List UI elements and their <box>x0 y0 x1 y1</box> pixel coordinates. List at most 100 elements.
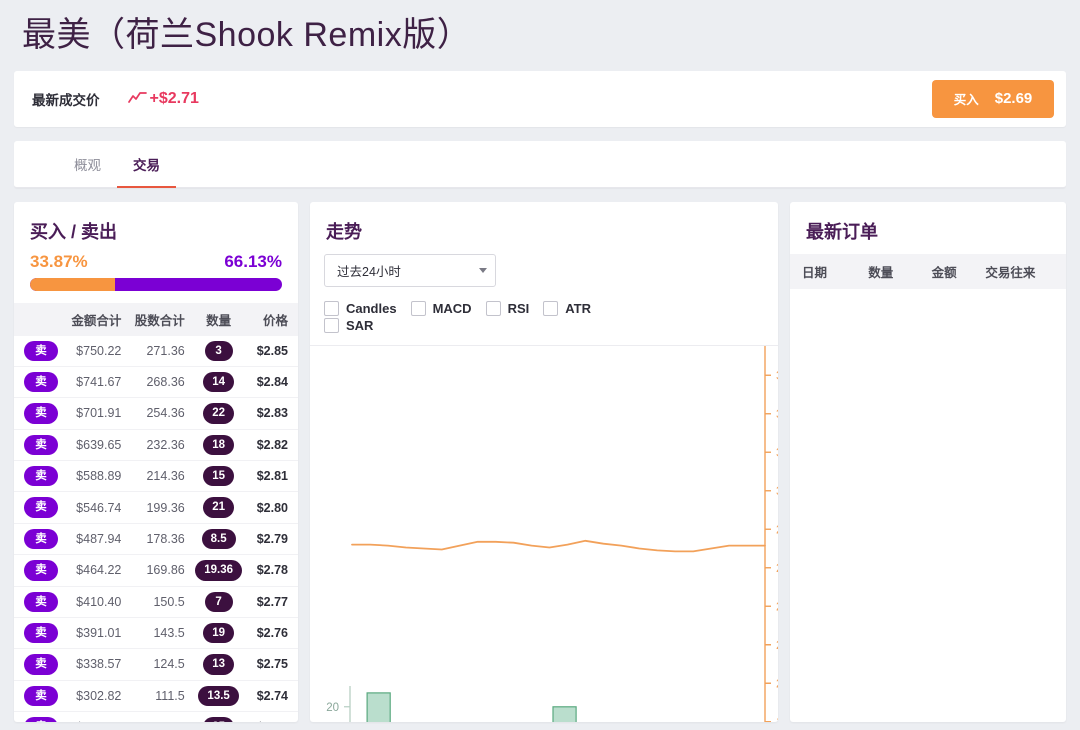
table-row[interactable]: 卖 $701.91 254.36 22 $2.83 <box>14 397 298 430</box>
qty-badge: 7 <box>204 591 233 612</box>
side-badge: 卖 <box>24 340 58 361</box>
total-amount-cell: $701.91 <box>62 397 126 430</box>
qty-cell: 7 <box>188 586 249 618</box>
time-range-select[interactable]: 过去24小时 <box>324 253 496 287</box>
order-side-cell: 卖 <box>14 680 62 713</box>
col-qty: 数量 <box>188 302 249 336</box>
order-side-cell: 卖 <box>14 335 62 367</box>
table-row[interactable]: 卖 $464.22 169.86 19.36 $2.78 <box>14 554 298 587</box>
side-badge: 卖 <box>24 560 58 581</box>
qty-cell: 13.5 <box>188 680 249 713</box>
table-row[interactable]: 卖 $750.22 271.36 3 $2.85 <box>14 335 298 367</box>
total-shares-cell: 124.5 <box>125 648 189 681</box>
y-axis-tick-label: 3.4 <box>776 406 778 420</box>
y-axis-tick-label: 2.0 <box>776 676 778 690</box>
table-row[interactable]: 卖 $391.01 143.5 19 $2.76 <box>14 617 298 650</box>
price-cell: $2.82 <box>248 429 298 462</box>
order-side-cell: 卖 <box>14 460 62 493</box>
table-row[interactable]: 卖 $546.74 199.36 21 $2.80 <box>14 491 298 524</box>
total-amount-cell: $410.40 <box>62 586 126 618</box>
y-axis-tick-label: 2.2 <box>776 637 778 651</box>
col-order-amount: 金额 <box>908 253 963 289</box>
checkbox-icon[interactable] <box>410 300 426 316</box>
total-shares-cell: 143.5 <box>125 617 189 650</box>
total-amount-cell: $302.82 <box>62 680 126 713</box>
tab-overview[interactable]: 概观 <box>58 141 117 187</box>
qty-badge: 13 <box>203 654 235 675</box>
col-total-shares: 股数合计 <box>125 302 189 336</box>
table-row[interactable]: 卖 $588.89 214.36 15 $2.81 <box>14 460 298 493</box>
col-order-qty: 数量 <box>853 253 909 289</box>
order-side-cell: 卖 <box>14 429 62 462</box>
y-axis-tick-label: 2.6 <box>776 560 778 574</box>
tab-trade[interactable]: 交易 <box>117 141 176 188</box>
table-row[interactable]: 卖 $338.57 124.5 13 $2.75 <box>14 648 298 681</box>
price-summary-card: 最新成交价 +$2.71 买入 $2.69 <box>14 70 1066 127</box>
buy-ratio-fill <box>30 277 116 291</box>
order-side-cell: 卖 <box>14 554 62 587</box>
chart-svg: 3.63.43.23.02.82.62.42.22.01.8020 <box>326 345 778 722</box>
orderbook-panel: 买入 / 卖出 33.87% 66.13% 金额合计 股数合计 数量 价格 卖 … <box>14 201 298 722</box>
total-shares-cell: 111.5 <box>125 680 189 713</box>
price-chart[interactable]: 3.63.43.23.02.82.62.42.22.01.8020 <box>310 345 778 722</box>
col-total-amount: 金额合计 <box>62 302 126 336</box>
total-amount-cell: $487.94 <box>62 523 126 556</box>
total-amount-cell: $464.22 <box>62 554 126 587</box>
y-axis-tick-label: 3.2 <box>776 445 778 459</box>
tab-overview-label: 概观 <box>74 157 101 173</box>
qty-cell: 14 <box>188 366 249 399</box>
col-order-side: 交易往来 <box>962 253 1066 289</box>
price-cell: $2.84 <box>248 366 298 399</box>
table-row[interactable]: 卖 $410.40 150.5 7 $2.77 <box>14 586 298 618</box>
col-price: 价格 <box>248 302 298 336</box>
checkbox-icon[interactable] <box>324 300 339 316</box>
qty-cell: 13 <box>188 648 249 681</box>
indicator-label: ATR <box>565 300 592 316</box>
checkbox-icon[interactable] <box>485 300 501 316</box>
orderbook-body: 卖 $750.22 271.36 3 $2.85 卖 $741.67 268.36 14 $2.8… <box>14 335 298 722</box>
indicator-checkbox-rsi[interactable]: RSI <box>485 300 530 316</box>
side-badge: 卖 <box>24 497 58 518</box>
indicator-checkbox-sar[interactable]: SAR <box>324 317 374 333</box>
order-side-cell: 卖 <box>14 617 62 650</box>
indicator-label: SAR <box>346 317 374 333</box>
chart-panel: 走势 过去24小时 Candles MACD RSI ATR SAR 3.6 3.4 3.2… <box>310 201 778 722</box>
col-order-date: 日期 <box>790 253 854 289</box>
price-cell: $2.79 <box>248 523 298 556</box>
indicator-checkbox-atr[interactable]: ATR <box>543 300 592 316</box>
checkbox-icon[interactable] <box>324 317 339 333</box>
last-price-value-group: +$2.71 <box>127 90 199 108</box>
side-badge: 卖 <box>24 654 58 675</box>
volume-bar <box>552 705 577 722</box>
total-amount-cell: $639.65 <box>62 429 126 462</box>
qty-badge: 21 <box>203 497 235 518</box>
ratio-labels: 33.87% 66.13% <box>14 252 298 272</box>
side-badge: 卖 <box>24 685 58 706</box>
latest-orders-table: 日期 数量 金额 交易往来 <box>790 253 1066 289</box>
indicator-checkbox-macd[interactable]: MACD <box>410 300 472 316</box>
checkbox-icon[interactable] <box>543 300 559 316</box>
indicator-checkbox-group: Candles MACD RSI ATR SAR <box>324 297 614 335</box>
buy-percent: 33.87% <box>30 251 88 271</box>
orderbook-title: 买入 / 卖出 <box>30 221 118 242</box>
price-cell: $2.85 <box>248 335 298 367</box>
latest-orders-scroll[interactable]: 日期 数量 金额 交易往来 <box>790 253 1066 289</box>
panels-row: 买入 / 卖出 33.87% 66.13% 金额合计 股数合计 数量 价格 卖 … <box>14 201 1066 722</box>
order-side-cell: 卖 <box>14 397 62 430</box>
latest-orders-header-row: 日期 数量 金额 交易往来 <box>790 253 1066 289</box>
qty-badge: 8.5 <box>201 528 236 550</box>
table-row[interactable]: 卖 $639.65 232.36 18 $2.82 <box>14 429 298 462</box>
table-row[interactable]: 卖 $302.82 111.5 13.5 $2.74 <box>14 680 298 713</box>
table-row[interactable]: 卖 $741.67 268.36 14 $2.84 <box>14 366 298 399</box>
indicator-checkbox-candles[interactable]: Candles <box>324 300 397 316</box>
buy-button[interactable]: 买入 $2.69 <box>932 79 1054 118</box>
qty-badge: 22 <box>203 403 235 424</box>
table-row[interactable]: 卖 $487.94 178.36 8.5 $2.79 <box>14 523 298 556</box>
chevron-down-icon <box>479 267 487 273</box>
volume-bar <box>366 691 391 722</box>
table-row[interactable]: 卖 $265.8398 25 $2.73 <box>14 711 298 722</box>
total-amount-cell: $546.74 <box>62 491 126 524</box>
total-shares-cell: 214.36 <box>125 460 189 493</box>
side-badge: 卖 <box>24 717 58 722</box>
indicator-label: RSI <box>507 300 530 316</box>
